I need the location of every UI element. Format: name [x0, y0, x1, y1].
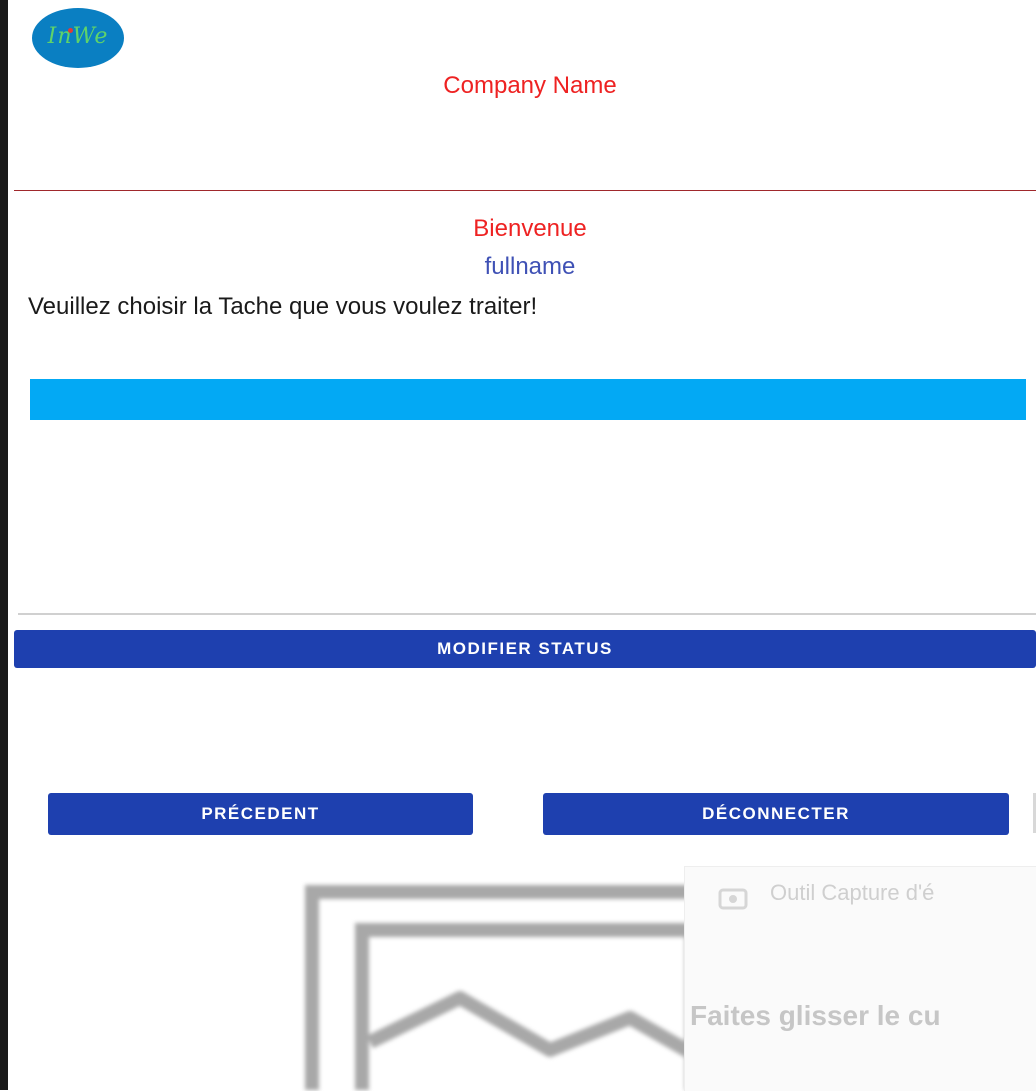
welcome-text: Bienvenue — [473, 215, 587, 242]
capture-tool-title: Outil Capture d'é — [770, 880, 935, 905]
task-selector[interactable] — [30, 379, 1026, 420]
section-divider — [18, 613, 1036, 615]
previous-button[interactable]: PRÉCEDENT — [48, 793, 473, 835]
window-left-border — [0, 0, 8, 1090]
logo-text: InWe — [47, 24, 109, 49]
header-divider — [14, 190, 1036, 191]
company-name: Company Name — [443, 72, 617, 99]
modify-status-button[interactable]: MODIFIER STATUS — [14, 630, 1036, 668]
user-fullname: fullname — [484, 253, 576, 280]
capture-tool-icon — [718, 888, 748, 910]
logout-button[interactable]: DÉCONNECTER — [543, 793, 1009, 835]
logo-dot — [68, 28, 73, 33]
logo: InWe — [32, 8, 124, 68]
capture-tool-hint: Faites glisser le cu — [690, 1000, 941, 1031]
instruction-text: Veuillez choisir la Tache que vous voule… — [28, 293, 538, 320]
